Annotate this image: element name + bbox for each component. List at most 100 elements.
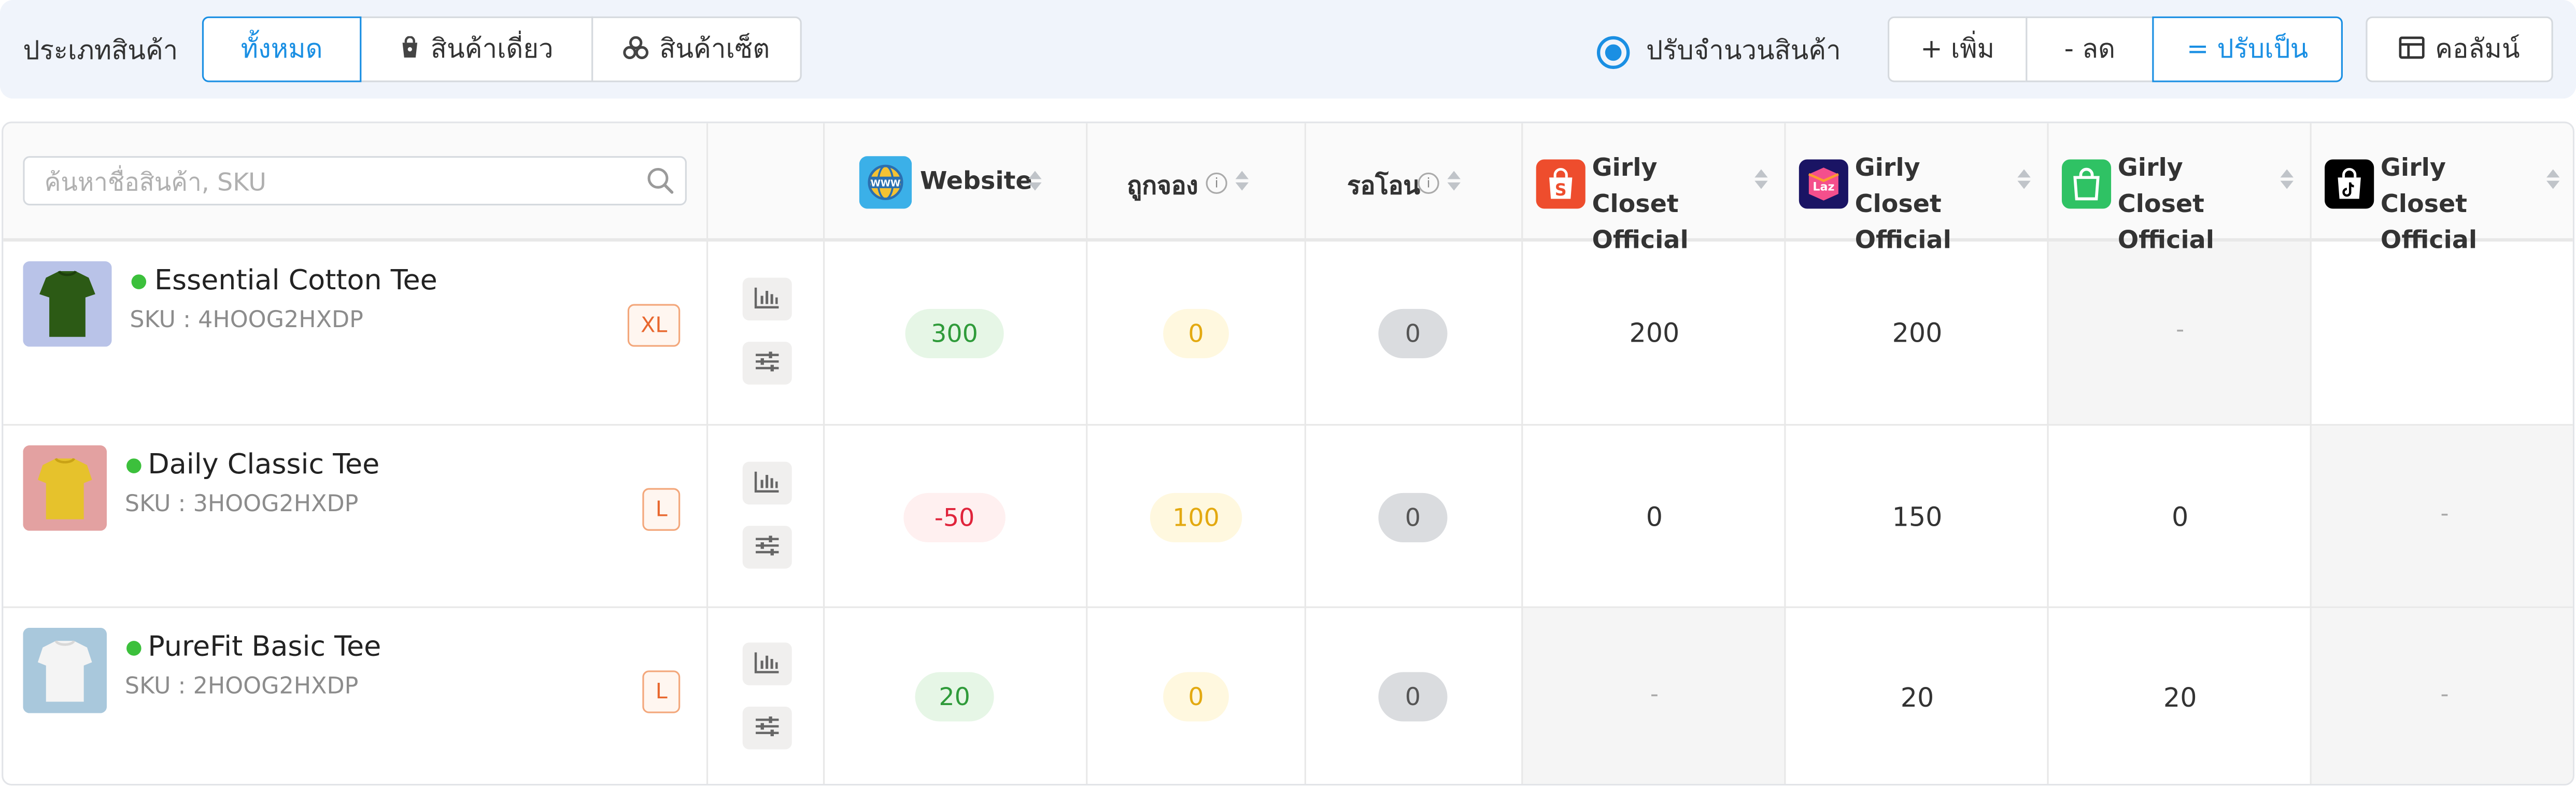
sort-icon[interactable] bbox=[1028, 171, 1042, 191]
stats-button[interactable] bbox=[742, 642, 792, 685]
search-box bbox=[23, 156, 687, 206]
pending-count: 0 bbox=[1378, 308, 1448, 358]
sliders-icon bbox=[754, 347, 781, 378]
bag-icon bbox=[400, 34, 421, 65]
stats-button[interactable] bbox=[742, 277, 792, 321]
website-stock[interactable]: 300 bbox=[905, 308, 1004, 358]
set-icon bbox=[624, 34, 650, 65]
shopee-stock[interactable]: 0 bbox=[1646, 501, 1663, 532]
line-shopping-shop-name: Girly Closet Official bbox=[2117, 152, 2215, 255]
columns-icon bbox=[2399, 34, 2425, 65]
sort-icon[interactable] bbox=[1235, 171, 1249, 191]
filter-single-button[interactable]: สินค้าเดี่ยว bbox=[360, 16, 593, 82]
mode-subtract-label: - ลด bbox=[2064, 32, 2116, 64]
bar-chart-icon bbox=[754, 284, 781, 315]
filter-set-button[interactable]: สินค้าเซ็ต bbox=[591, 16, 802, 82]
mode-add-label: + เพิ่ม bbox=[1920, 32, 1995, 64]
line-shopping-stock[interactable]: 0 bbox=[2172, 501, 2188, 532]
lazada-stock[interactable]: 200 bbox=[1892, 317, 1943, 348]
shopee-logo-icon: S bbox=[1536, 159, 1586, 209]
mode-add-button[interactable]: + เพิ่ม bbox=[1887, 16, 2028, 82]
line-shopping-column-header[interactable]: Girly Closet Official bbox=[2049, 123, 2310, 255]
lazada-column-header[interactable]: Laz Girly Closet Official bbox=[1786, 123, 2047, 255]
sort-icon[interactable] bbox=[2546, 169, 2560, 189]
divider bbox=[3, 606, 2573, 608]
adjust-quantity-radio[interactable]: ปรับจำนวนสินค้า bbox=[1596, 31, 1841, 72]
product-sku: SKU : 3HOOG2HXDP bbox=[124, 491, 359, 518]
lazada-logo-icon: Laz bbox=[1799, 159, 1848, 209]
product-name[interactable]: PureFit Basic Tee bbox=[148, 631, 381, 664]
product-name[interactable]: Essential Cotton Tee bbox=[154, 264, 437, 297]
svg-text:S: S bbox=[1555, 181, 1567, 200]
adjust-settings-button[interactable] bbox=[742, 526, 792, 569]
shopee-shop-name: Girly Closet Official bbox=[1592, 152, 1689, 255]
pending-count: 0 bbox=[1378, 493, 1448, 543]
shopee-stock[interactable]: 200 bbox=[1629, 317, 1679, 348]
tiktok-shop-name: Girly Closet Official bbox=[2380, 152, 2478, 255]
product-sku: SKU : 4HOOG2HXDP bbox=[130, 307, 363, 334]
radio-selected-icon bbox=[1596, 35, 1630, 68]
mode-set-button[interactable]: = ปรับเป็น bbox=[2152, 16, 2343, 82]
sort-icon[interactable] bbox=[2017, 169, 2031, 189]
reserved-column-header[interactable]: ถูกจอง i bbox=[1087, 123, 1304, 240]
status-dot bbox=[126, 641, 141, 656]
tiktok-column-header[interactable]: Girly Closet Official bbox=[2312, 123, 2573, 255]
bar-chart-icon bbox=[754, 648, 781, 679]
adjust-settings-button[interactable] bbox=[742, 342, 792, 385]
adjust-quantity-label: ปรับจำนวนสินค้า bbox=[1646, 34, 1841, 66]
size-badge: L bbox=[642, 488, 681, 531]
pending-column-header[interactable]: รอโอน i bbox=[1306, 123, 1521, 240]
reserved-count: 100 bbox=[1150, 493, 1242, 543]
product-thumbnail[interactable] bbox=[23, 261, 112, 347]
size-badge: L bbox=[642, 670, 681, 713]
line-shopping-stock: - bbox=[2176, 317, 2185, 344]
product-name[interactable]: Daily Classic Tee bbox=[148, 448, 379, 481]
shopee-column-header[interactable]: S Girly Closet Official bbox=[1523, 123, 1784, 255]
shopee-stock: - bbox=[1650, 682, 1659, 709]
toolbar: ประเภทสินค้า ทั้งหมด สินค้าเดี่ยว สินค้า… bbox=[0, 0, 2576, 99]
sort-icon[interactable] bbox=[1447, 171, 1461, 191]
adjust-settings-button[interactable] bbox=[742, 706, 792, 750]
sort-icon[interactable] bbox=[1754, 169, 1768, 189]
tiktok-logo-icon bbox=[2325, 159, 2374, 209]
svg-text:Laz: Laz bbox=[1813, 180, 1834, 194]
size-badge: XL bbox=[627, 304, 681, 347]
lazada-stock[interactable]: 150 bbox=[1892, 501, 1943, 532]
product-type-label: ประเภทสินค้า bbox=[23, 34, 178, 66]
website-stock[interactable]: -50 bbox=[903, 493, 1006, 543]
sliders-icon bbox=[754, 712, 781, 743]
columns-label: คอลัมน์ bbox=[2435, 32, 2520, 64]
svg-text:WWW: WWW bbox=[871, 179, 901, 189]
lazada-stock[interactable]: 20 bbox=[1901, 682, 1934, 713]
website-stock[interactable]: 20 bbox=[915, 672, 994, 722]
product-thumbnail[interactable] bbox=[23, 627, 107, 713]
mode-set-label: = ปรับเป็น bbox=[2186, 32, 2309, 64]
divider bbox=[3, 424, 2573, 426]
divider bbox=[706, 123, 709, 784]
info-icon[interactable]: i bbox=[1206, 172, 1227, 194]
info-icon[interactable]: i bbox=[1418, 172, 1439, 194]
product-sku: SKU : 2HOOG2HXDP bbox=[124, 673, 359, 700]
filter-all-button[interactable]: ทั้งหมด bbox=[202, 16, 362, 82]
filter-set-label: สินค้าเซ็ต bbox=[659, 32, 770, 64]
line-shopping-stock[interactable]: 20 bbox=[2163, 682, 2197, 713]
product-thumbnail[interactable] bbox=[23, 445, 107, 531]
columns-button[interactable]: คอลัมน์ bbox=[2366, 16, 2553, 82]
bar-chart-icon bbox=[754, 468, 781, 499]
website-column-header[interactable]: WWW Website bbox=[825, 123, 1086, 240]
tiktok-stock: - bbox=[2440, 501, 2449, 528]
mode-subtract-button[interactable]: - ลด bbox=[2026, 16, 2154, 82]
search-input[interactable] bbox=[41, 162, 640, 202]
filter-all-label: ทั้งหมด bbox=[240, 32, 323, 64]
stats-button[interactable] bbox=[742, 461, 792, 505]
globe-icon: WWW bbox=[859, 156, 912, 215]
pending-count: 0 bbox=[1378, 672, 1448, 722]
status-dot bbox=[131, 274, 147, 289]
shopping-bag-logo-icon bbox=[2061, 159, 2112, 209]
filter-single-label: สินค้าเดี่ยว bbox=[431, 32, 554, 64]
website-header-label: Website bbox=[920, 166, 1032, 196]
sort-icon[interactable] bbox=[2280, 169, 2294, 189]
reserved-count: 0 bbox=[1163, 672, 1229, 722]
tiktok-stock: - bbox=[2440, 682, 2449, 709]
search-icon[interactable] bbox=[646, 166, 675, 202]
